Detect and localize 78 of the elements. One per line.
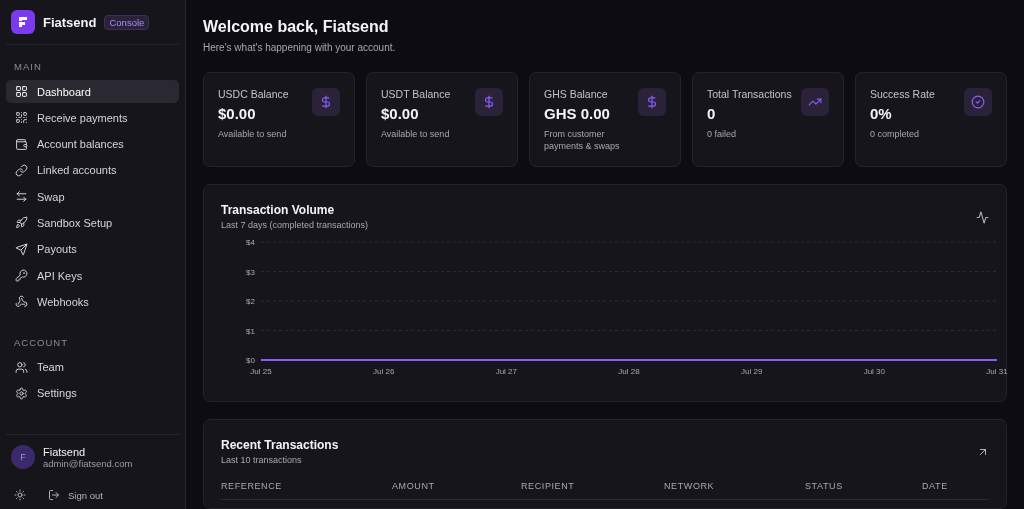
dollar-icon (312, 88, 340, 116)
theme-toggle-icon[interactable] (14, 489, 26, 501)
settings-icon (15, 386, 28, 400)
stat-note: From customer payments & swaps (544, 128, 621, 153)
section-title: MAIN (13, 60, 43, 74)
axis-label: Jul 31 (986, 367, 1008, 376)
stat-label: USDC Balance (218, 88, 289, 100)
stat-label: GHS Balance (544, 88, 609, 100)
card-subtitle: Last 10 transactions (221, 455, 303, 465)
column-header: DATE (922, 481, 949, 491)
user-avatar: F (11, 445, 35, 469)
user-email: admin@fiatsend.com (43, 457, 133, 469)
axis-label: Jul 30 (863, 367, 885, 376)
axis-label: $0 (246, 356, 255, 365)
page-subtitle: Here's what's happening with your account. (203, 42, 397, 53)
axis-label: Jul 29 (741, 367, 763, 376)
webhook-icon (15, 295, 28, 309)
sign-out-button[interactable]: Sign out (48, 489, 103, 501)
card-subtitle: Last 7 days (completed transactions) (221, 220, 369, 230)
nav-item[interactable]: Linked accounts (6, 158, 179, 182)
axis-label: Jul 28 (618, 367, 640, 376)
stat-note: 0 completed (870, 128, 921, 141)
stat-value: $0.00 (218, 105, 257, 122)
nav-item[interactable]: Account balances (6, 132, 179, 156)
nav-item[interactable]: Settings (6, 381, 179, 405)
dollar-icon (638, 88, 666, 116)
qr-code-icon (15, 111, 28, 125)
stat-label: Total Transactions (707, 88, 792, 100)
column-header: AMOUNT (392, 481, 436, 491)
dashboard-icon (15, 85, 28, 98)
section-title: ACCOUNT (13, 335, 69, 350)
nav-item[interactable]: Team (6, 355, 179, 379)
axis-label: Jul 27 (495, 367, 517, 376)
column-header: RECIPIENT (521, 481, 576, 491)
dollar-icon (475, 88, 503, 116)
stat-value: 0 (707, 105, 717, 122)
stat-value: GHS 0.00 (544, 105, 611, 122)
sign-out-icon (48, 489, 60, 501)
nav-item[interactable]: Sandbox Setup (6, 211, 179, 235)
axis-label: $1 (246, 326, 255, 336)
axis-label: $3 (246, 267, 255, 277)
swap-arrows-icon (15, 190, 28, 204)
stat-note: 0 failed (707, 128, 738, 141)
stat-value: 0% (870, 105, 893, 122)
open-link-icon[interactable] (977, 446, 989, 458)
send-icon (15, 242, 28, 256)
stat-label: Success Rate (870, 88, 935, 100)
axis-label: $4 (246, 238, 255, 247)
axis-label: Jul 26 (373, 367, 395, 376)
key-icon (15, 269, 28, 283)
nav-item[interactable]: API Keys (6, 264, 179, 288)
nav-item[interactable]: Webhooks (6, 290, 179, 314)
users-icon (15, 360, 28, 374)
wallet-icon (15, 137, 28, 151)
axis-label: Jul 25 (250, 367, 272, 376)
logo-icon (11, 10, 35, 34)
stat-value: $0.00 (381, 105, 420, 122)
stat-note: Available to send (218, 128, 288, 141)
console-badge: Console (104, 14, 150, 30)
nav-item[interactable]: Dashboard (6, 80, 179, 103)
page-title: Welcome back, Fiatsend (203, 18, 390, 36)
card-title: Transaction Volume (221, 203, 336, 217)
stat-note: Available to send (381, 128, 451, 141)
brand-name: Fiatsend (43, 14, 97, 30)
rocket-icon (15, 216, 28, 230)
column-header: NETWORK (664, 481, 716, 491)
nav-item[interactable]: Receive payments (6, 106, 179, 130)
column-header: STATUS (805, 481, 844, 491)
activity-icon (976, 211, 989, 224)
link-icon (15, 163, 28, 177)
card-title: Recent Transactions (221, 438, 339, 452)
column-header: REFERENCE (221, 481, 283, 491)
nav-item[interactable]: Payouts (6, 237, 179, 261)
stat-label: USDT Balance (381, 88, 451, 100)
trending-up-icon (801, 88, 829, 116)
user-name: Fiatsend (43, 445, 87, 458)
nav-item[interactable]: Swap (6, 185, 179, 209)
axis-label: $2 (246, 297, 255, 306)
